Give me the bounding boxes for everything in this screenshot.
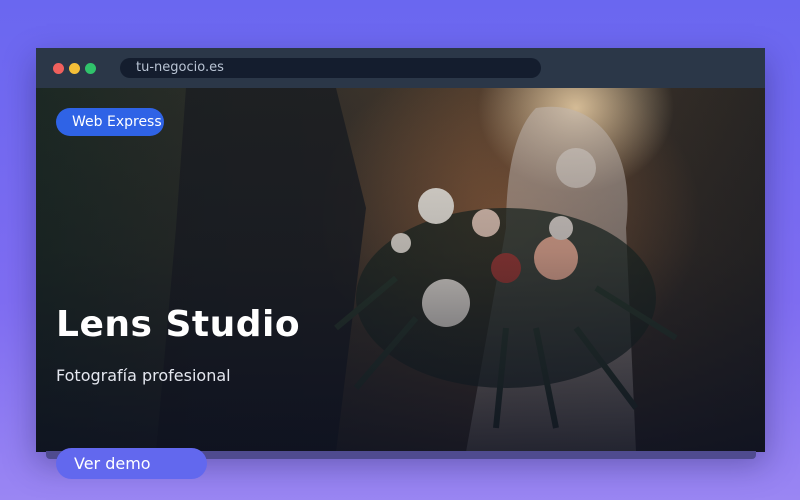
plan-badge: Web Express	[56, 108, 164, 136]
address-bar[interactable]: tu-negocio.es	[120, 58, 541, 78]
hero-title: Lens Studio	[56, 304, 301, 345]
hero-section: Web Express Lens Studio Fotografía profe…	[36, 88, 765, 452]
browser-titlebar: tu-negocio.es	[36, 48, 765, 88]
hero-overlay	[36, 88, 765, 452]
maximize-window-dot[interactable]	[85, 63, 96, 74]
browser-window: tu-negocio.es Web Express Lens Studio Fo…	[36, 48, 765, 452]
view-demo-button[interactable]: Ver demo	[56, 448, 207, 479]
minimize-window-dot[interactable]	[69, 63, 80, 74]
hero-subtitle: Fotografía profesional	[56, 366, 231, 385]
close-window-dot[interactable]	[53, 63, 64, 74]
